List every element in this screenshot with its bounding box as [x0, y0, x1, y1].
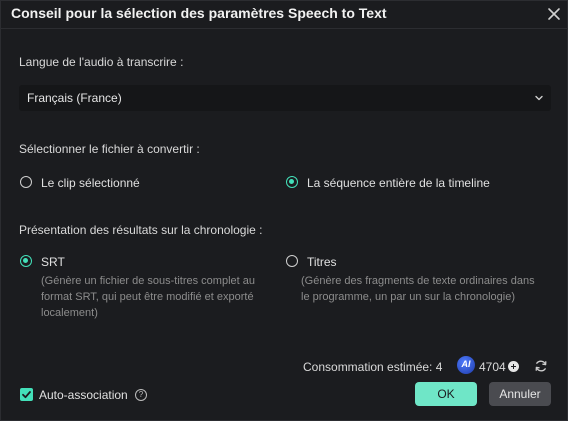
- ai-credits-icon: AI: [457, 356, 475, 374]
- chevron-down-icon: [535, 95, 543, 101]
- auto-association-checkbox[interactable]: [20, 388, 33, 401]
- radio-selected-clip[interactable]: [20, 176, 32, 188]
- cancel-button[interactable]: Annuler: [489, 382, 551, 406]
- add-credits-icon[interactable]: [508, 361, 519, 372]
- output-label: Présentation des résultats sur la chrono…: [19, 223, 263, 237]
- speech-to-text-dialog: Conseil pour la sélection des paramètres…: [0, 0, 568, 421]
- ai-badge-text: AI: [461, 359, 471, 369]
- ok-button[interactable]: OK: [415, 382, 477, 406]
- language-label: Langue de l'audio à transcrire :: [19, 55, 184, 69]
- estimated-consumption: Consommation estimée: 4: [303, 360, 443, 374]
- option-titres-label[interactable]: Titres: [307, 255, 337, 269]
- title-bar: Conseil pour la sélection des paramètres…: [1, 1, 567, 27]
- title-divider: [1, 28, 567, 29]
- radio-titres[interactable]: [286, 255, 298, 267]
- option-titres-description: (Génère des fragments de texte ordinaire…: [301, 275, 535, 303]
- option-selected-clip-label[interactable]: Le clip sélectionné: [41, 176, 140, 190]
- dialog-title: Conseil pour la sélection des paramètres…: [11, 5, 387, 21]
- language-select-value: Français (France): [27, 91, 122, 105]
- source-label: Sélectionner le fichier à convertir :: [19, 142, 200, 156]
- check-icon: [22, 391, 31, 399]
- radio-srt[interactable]: [20, 255, 32, 267]
- option-srt-label[interactable]: SRT: [41, 255, 65, 269]
- refresh-icon[interactable]: [534, 359, 548, 373]
- credits-count: 4704: [479, 360, 506, 374]
- language-select[interactable]: Français (France): [19, 85, 551, 111]
- radio-entire-timeline[interactable]: [286, 176, 298, 188]
- close-icon[interactable]: [544, 4, 564, 24]
- option-srt-description: (Génère un fichier de sous-titres comple…: [41, 275, 255, 319]
- help-icon[interactable]: ?: [135, 389, 147, 401]
- option-entire-timeline-label[interactable]: La séquence entière de la timeline: [307, 176, 490, 190]
- auto-association-label[interactable]: Auto-association: [39, 388, 128, 402]
